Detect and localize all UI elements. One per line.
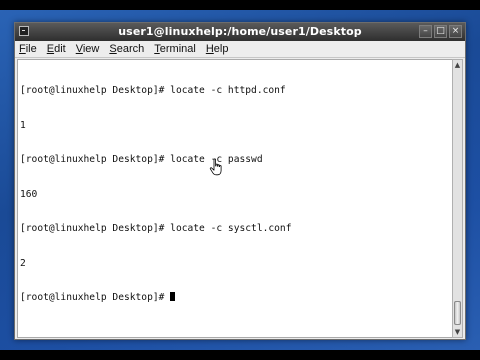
menu-bar: File Edit View Search Terminal Help (15, 41, 465, 58)
terminal-line-command: [root@linuxhelp Desktop]# locate -c http… (20, 85, 286, 96)
menu-file[interactable]: File (19, 43, 37, 55)
terminal-output-area[interactable]: [root@linuxhelp Desktop]# locate -c http… (17, 59, 454, 338)
window-controls: – □ × (419, 25, 462, 38)
scroll-up-arrow-icon[interactable]: ▲ (453, 60, 462, 70)
terminal-line-output: 1 (20, 119, 26, 131)
terminal-prompt-line[interactable]: [root@linuxhelp Desktop]# (20, 292, 453, 304)
terminal-line-command: [root@linuxhelp Desktop]# locate -c sysc… (20, 223, 292, 234)
terminal-line-output: 160 (20, 188, 38, 200)
terminal-line-output: 2 (20, 257, 26, 269)
title-bar[interactable]: user1@linuxhelp:/home/user1/Desktop – □ … (15, 23, 465, 42)
menu-edit[interactable]: Edit (47, 43, 66, 55)
scroll-down-arrow-icon[interactable]: ▼ (453, 327, 462, 337)
terminal-lines: [root@linuxhelp Desktop]# locate -c http… (18, 60, 453, 327)
terminal-window: user1@linuxhelp:/home/user1/Desktop – □ … (14, 22, 466, 340)
scrollbar-thumb[interactable] (454, 301, 461, 325)
maximize-button[interactable]: □ (434, 25, 447, 38)
vertical-scrollbar[interactable]: ▲ ▼ (452, 59, 463, 338)
hand-pointer-icon (209, 158, 222, 176)
minimize-button[interactable]: – (419, 25, 432, 38)
text-cursor (170, 292, 176, 301)
menu-terminal[interactable]: Terminal (154, 43, 196, 55)
close-button[interactable]: × (449, 25, 462, 38)
window-title: user1@linuxhelp:/home/user1/Desktop (118, 25, 362, 38)
menu-search[interactable]: Search (109, 43, 144, 55)
menu-view[interactable]: View (76, 43, 100, 55)
menu-help[interactable]: Help (206, 43, 229, 55)
terminal-line-command: [root@linuxhelp Desktop]# locate -c pass… (20, 154, 263, 165)
terminal-prompt: [root@linuxhelp Desktop]# (20, 292, 171, 303)
